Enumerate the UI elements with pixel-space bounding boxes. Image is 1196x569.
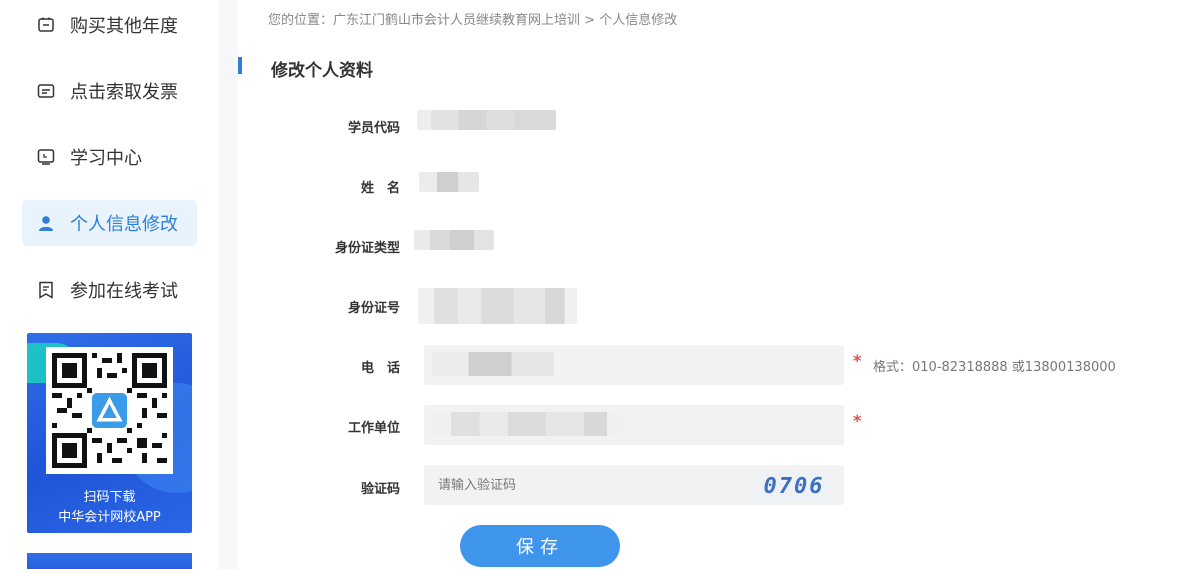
- sidebar-divider: [218, 0, 238, 569]
- promo-line2: 中华会计网校APP: [58, 510, 161, 525]
- page-title: 修改个人资料: [271, 61, 373, 81]
- employer-field[interactable]: [424, 405, 844, 445]
- id-number-label: 身份证号: [347, 301, 400, 316]
- sidebar: 购买其他年度 点击索取发票 学习中心 个人信息修改 参加在线考试 扫码下载 中华…: [0, 0, 218, 569]
- sidebar-item-invoice[interactable]: 点击索取发票: [22, 68, 197, 114]
- captcha-label: 验证码: [360, 482, 400, 497]
- breadcrumb-prefix: 您的位置：: [268, 13, 334, 28]
- phone-value-redacted: [432, 352, 554, 376]
- id-type-value-redacted: [414, 230, 494, 250]
- sidebar-item-label: 学习中心: [70, 148, 142, 169]
- employer-label: 工作单位: [347, 421, 400, 436]
- captcha-image[interactable]: 0706: [758, 472, 830, 500]
- monitor-icon: [36, 147, 56, 167]
- user-icon: [36, 213, 56, 233]
- id-type-label: 身份证类型: [334, 241, 400, 256]
- sidebar-item-profile-edit[interactable]: 个人信息修改: [22, 200, 197, 246]
- secondary-banner[interactable]: [27, 553, 192, 569]
- name-label: 姓 名: [360, 181, 400, 196]
- sidebar-item-label: 个人信息修改: [70, 214, 178, 235]
- phone-required-mark: *: [853, 351, 862, 370]
- sidebar-item-label: 参加在线考试: [70, 281, 178, 302]
- save-button[interactable]: 保存: [460, 525, 620, 567]
- phone-field[interactable]: [424, 345, 844, 385]
- student-id-label: 学员代码: [347, 121, 400, 136]
- app-download-banner[interactable]: 扫码下载 中华会计网校APP: [27, 333, 192, 533]
- breadcrumb-separator: >: [584, 13, 596, 28]
- sidebar-item-learning-center[interactable]: 学习中心: [22, 134, 197, 180]
- id-number-value-redacted: [418, 288, 577, 324]
- breadcrumb-current: 个人信息修改: [599, 13, 678, 28]
- section-accent-bar: [238, 57, 242, 74]
- invoice-icon: [36, 81, 56, 101]
- promo-line1: 扫码下载: [83, 490, 136, 505]
- name-value-redacted: [419, 172, 479, 192]
- calendar-icon: [36, 15, 56, 35]
- phone-format-hint: 格式：010-82318888 或13800138000: [873, 360, 1116, 375]
- breadcrumb: 您的位置：广东江门鹤山市会计人员继续教育网上培训 > 个人信息修改: [268, 9, 677, 28]
- employer-required-mark: *: [853, 411, 862, 430]
- employer-value-redacted: [432, 412, 622, 436]
- sidebar-item-online-exam[interactable]: 参加在线考试: [22, 267, 197, 313]
- phone-label: 电 话: [360, 361, 400, 376]
- breadcrumb-site-link[interactable]: 广东江门鹤山市会计人员继续教育网上培训: [333, 13, 580, 28]
- sidebar-item-label: 购买其他年度: [70, 16, 178, 37]
- qr-code: [46, 347, 173, 474]
- student-id-value-redacted: [417, 110, 556, 130]
- sidebar-item-buy-other-years[interactable]: 购买其他年度: [22, 2, 197, 48]
- exam-icon: [36, 280, 56, 300]
- sidebar-item-label: 点击索取发票: [70, 82, 178, 103]
